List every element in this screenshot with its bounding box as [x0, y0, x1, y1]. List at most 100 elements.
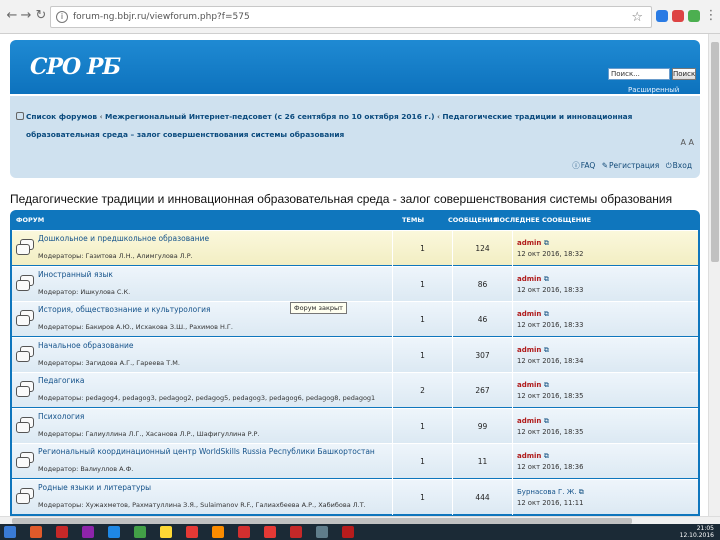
- app-icon[interactable]: [290, 526, 302, 538]
- scrollbar-thumb[interactable]: [711, 42, 719, 262]
- app-icon[interactable]: [56, 526, 68, 538]
- header-posts: СООБЩЕНИЯ: [448, 216, 498, 224]
- forum-link[interactable]: Педагогика: [38, 376, 85, 385]
- info-icon[interactable]: i: [56, 11, 68, 23]
- moderators: Модераторы: Галиуллина Л.Г., Хасанова Л.…: [38, 429, 260, 438]
- last-post-author[interactable]: admin ⧉: [517, 346, 549, 355]
- forum-folder-icon: [16, 416, 34, 435]
- table-row[interactable]: Дошкольное и предшкольное образование Мод…: [12, 230, 698, 266]
- table-row[interactable]: Начальное образование Модераторы: Загидов…: [12, 336, 698, 373]
- table-row[interactable]: Региональный координационный центр World…: [12, 443, 698, 479]
- topics-count: 1: [392, 231, 452, 266]
- taskbar: 21:05 12.10.2016: [0, 524, 720, 540]
- site-logo[interactable]: СРО РБ: [30, 54, 121, 80]
- breadcrumb-forum-index[interactable]: Список форумов: [26, 112, 97, 121]
- goto-last-post-icon[interactable]: ⧉: [544, 239, 549, 247]
- last-post-author[interactable]: admin ⧉: [517, 275, 549, 284]
- login-link[interactable]: Вход: [673, 161, 692, 170]
- chrome-icon[interactable]: [264, 526, 276, 538]
- goto-last-post-icon[interactable]: ⧉: [544, 452, 549, 460]
- last-post: admin ⧉ 12 окт 2016, 18:34: [512, 337, 698, 373]
- faq-link[interactable]: FAQ: [581, 161, 596, 170]
- last-post-date: 12 окт 2016, 18:34: [517, 356, 584, 365]
- tooltip: Форум закрыт: [290, 302, 347, 314]
- register-link[interactable]: Регистрация: [609, 161, 659, 170]
- forum-folder-icon: [16, 487, 34, 506]
- goto-last-post-icon[interactable]: ⧉: [544, 275, 549, 283]
- forum-link[interactable]: Начальное образование: [38, 341, 134, 350]
- search-input[interactable]: Поиск...: [608, 68, 670, 80]
- goto-last-post-icon[interactable]: ⧉: [579, 488, 584, 496]
- author-name[interactable]: admin: [517, 310, 541, 318]
- app-icon[interactable]: [342, 526, 354, 538]
- extension-green-icon[interactable]: [688, 10, 700, 22]
- author-name[interactable]: admin: [517, 417, 541, 425]
- posts-count: 124: [452, 231, 512, 266]
- app-icon[interactable]: [30, 526, 42, 538]
- table-row[interactable]: История, обществознание и культурология М…: [12, 301, 698, 337]
- breadcrumb-pedsovet[interactable]: Межрегиональный Интернет-педсовет (с 26 …: [105, 112, 435, 121]
- app-icon[interactable]: [108, 526, 120, 538]
- last-post-author[interactable]: admin ⧉: [517, 417, 549, 426]
- extension-red-icon[interactable]: [672, 10, 684, 22]
- author-name[interactable]: admin: [517, 381, 541, 389]
- start-icon[interactable]: [4, 526, 16, 538]
- table-header: ФОРУМ ТЕМЫ СООБЩЕНИЯ ПОСЛЕДНЕЕ СООБЩЕНИЕ: [10, 214, 700, 228]
- goto-last-post-icon[interactable]: ⧉: [544, 381, 549, 389]
- system-clock[interactable]: 21:05 12.10.2016: [680, 525, 714, 539]
- topics-count: 1: [392, 302, 452, 337]
- app-icon[interactable]: [238, 526, 250, 538]
- goto-last-post-icon[interactable]: ⧉: [544, 417, 549, 425]
- forum-link[interactable]: История, обществознание и культурология: [38, 305, 211, 314]
- moderators: Модератор: Валиуллов А.Ф.: [38, 465, 134, 473]
- last-post: admin ⧉ 12 окт 2016, 18:35: [512, 408, 698, 444]
- last-post-author[interactable]: Бурнасова Г. Ж. ⧉: [517, 488, 584, 497]
- forum-folder-icon: [16, 452, 34, 470]
- last-post-author[interactable]: admin ⧉: [517, 381, 549, 390]
- last-post-author[interactable]: admin ⧉: [517, 239, 549, 248]
- forum-link[interactable]: Психология: [38, 412, 84, 421]
- author-name[interactable]: admin: [517, 346, 541, 354]
- table-row[interactable]: Педагогика Модераторы: pedagog4, pedagog3…: [12, 372, 698, 408]
- horizontal-scrollbar[interactable]: [0, 516, 720, 524]
- author-name[interactable]: admin: [517, 452, 541, 460]
- app-icon[interactable]: [212, 526, 224, 538]
- page-title[interactable]: Педагогические традиции и инновационная …: [10, 192, 672, 206]
- table-row[interactable]: Иностранный язык Модератор: Ишкулова С.К.…: [12, 265, 698, 302]
- address-bar[interactable]: i forum-ng.bbjr.ru/viewforum.php?f=575 ☆: [50, 6, 652, 28]
- vertical-scrollbar[interactable]: [708, 34, 720, 516]
- reload-icon[interactable]: ↻: [33, 8, 49, 24]
- author-name[interactable]: Бурнасова Г. Ж.: [517, 488, 577, 496]
- forward-icon[interactable]: →: [18, 8, 34, 24]
- table-row[interactable]: Психология Модераторы: Галиуллина Л.Г., Х…: [12, 407, 698, 444]
- extension-shield-icon[interactable]: [656, 10, 668, 22]
- table-row[interactable]: Родные языки и литературы Модераторы: Хуж…: [12, 478, 698, 515]
- home-icon[interactable]: [16, 112, 24, 120]
- last-post: Бурнасова Г. Ж. ⧉ 12 окт 2016, 11:11: [512, 479, 698, 515]
- topics-count: 2: [392, 373, 452, 408]
- app-icon[interactable]: [316, 526, 328, 538]
- forum-link[interactable]: Региональный координационный центр World…: [38, 447, 375, 456]
- moderators: Модераторы: Газитова Л.Н., Алимгулова Л.…: [38, 252, 193, 260]
- app-icon[interactable]: [82, 526, 94, 538]
- goto-last-post-icon[interactable]: ⧉: [544, 310, 549, 318]
- author-name[interactable]: admin: [517, 239, 541, 247]
- app-icon[interactable]: [134, 526, 146, 538]
- last-post-author[interactable]: admin ⧉: [517, 452, 549, 461]
- search-button[interactable]: Поиск: [672, 68, 696, 80]
- app-icon[interactable]: [186, 526, 198, 538]
- last-post-date: 12 окт 2016, 18:33: [517, 321, 584, 329]
- posts-count: 99: [452, 408, 512, 444]
- menu-icon[interactable]: ⋮: [703, 8, 719, 24]
- url-text[interactable]: forum-ng.bbjr.ru/viewforum.php?f=575: [73, 12, 250, 22]
- font-resize-icon[interactable]: A A: [681, 138, 695, 147]
- author-name[interactable]: admin: [517, 275, 541, 283]
- posts-count: 267: [452, 373, 512, 408]
- forum-link[interactable]: Иностранный язык: [38, 270, 113, 279]
- app-icon[interactable]: [160, 526, 172, 538]
- forum-link[interactable]: Дошкольное и предшкольное образование: [38, 234, 209, 243]
- goto-last-post-icon[interactable]: ⧉: [544, 346, 549, 354]
- forum-link[interactable]: Родные языки и литературы: [38, 483, 151, 492]
- bookmark-star-icon[interactable]: ☆: [631, 10, 643, 25]
- last-post-author[interactable]: admin ⧉: [517, 310, 549, 319]
